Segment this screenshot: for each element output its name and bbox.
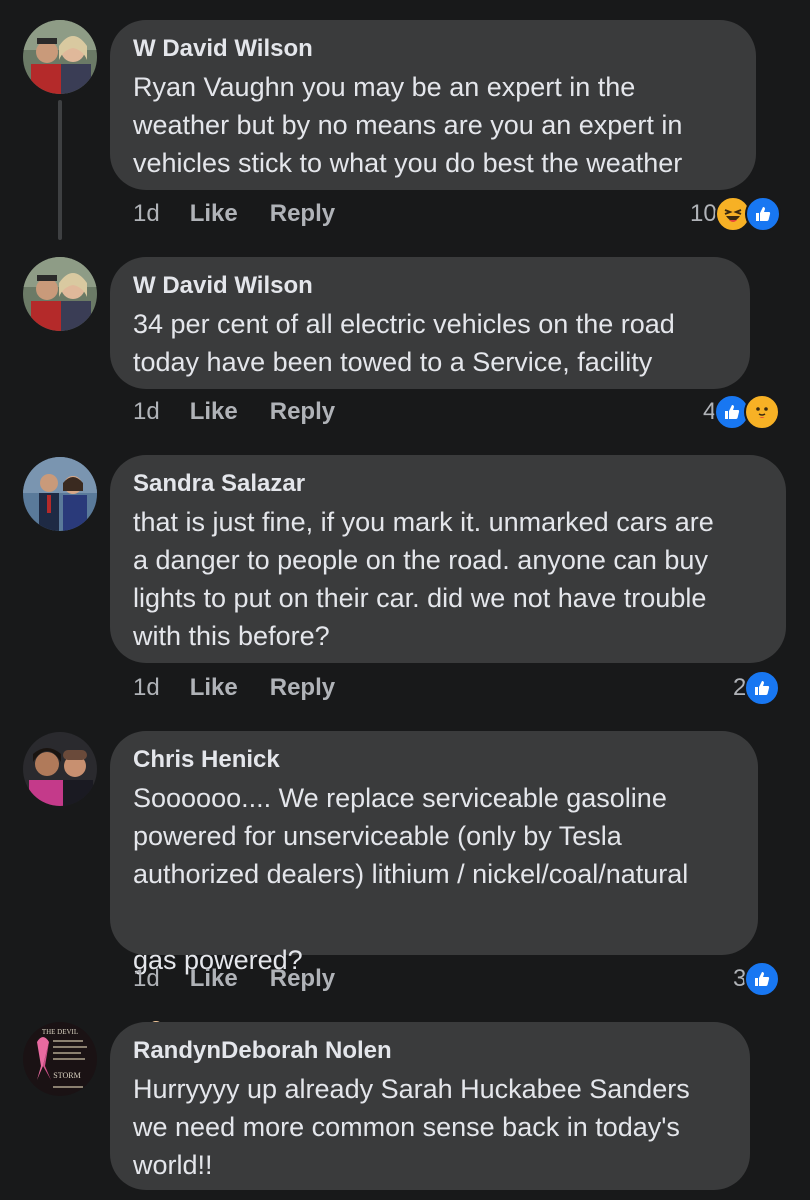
like-icon xyxy=(744,961,781,997)
comment-bubble: RandynDeborah Nolen Hurryyyy up already … xyxy=(110,1022,750,1190)
like-icon xyxy=(744,670,781,706)
reaction-summary[interactable]: 3 xyxy=(733,961,781,997)
avatar-couple-photo xyxy=(23,20,97,94)
avatar[interactable] xyxy=(23,20,97,94)
comment-actions: 1d Like Reply xyxy=(133,398,367,426)
comment-bubble: Sandra Salazar that is just fine, if you… xyxy=(110,455,786,663)
comment-timestamp[interactable]: 1d xyxy=(133,200,160,228)
reply-button[interactable]: Reply xyxy=(270,965,335,993)
comment-bubble: W David Wilson 34 per cent of all electr… xyxy=(110,257,750,389)
avatar-couple-photo xyxy=(23,457,97,531)
comment-thread: W David Wilson Ryan Vaughn you may be an… xyxy=(0,0,810,1200)
comment-text: Soooooo.... We replace serviceable gasol… xyxy=(133,783,689,889)
svg-text:STORM: STORM xyxy=(53,1071,80,1080)
reaction-summary[interactable]: 2 xyxy=(733,670,781,706)
comment-timestamp[interactable]: 1d xyxy=(133,398,160,426)
reply-button[interactable]: Reply xyxy=(270,200,335,228)
comment-author[interactable]: Chris Henick xyxy=(133,745,734,775)
like-button[interactable]: Like xyxy=(190,965,238,993)
reaction-summary[interactable]: 10 xyxy=(690,196,781,232)
comment-bubble: W David Wilson Ryan Vaughn you may be an… xyxy=(110,20,756,190)
comment-timestamp[interactable]: 1d xyxy=(133,965,160,993)
thread-connector-line xyxy=(58,100,62,240)
comment-actions: 1d Like Reply xyxy=(133,965,367,993)
comment-author[interactable]: Sandra Salazar xyxy=(133,469,762,499)
avatar[interactable] xyxy=(23,457,97,531)
avatar-couple-photo xyxy=(23,257,97,331)
comment-bubble: Chris Henick Soooooo.... We replace serv… xyxy=(110,731,758,1049)
avatar[interactable] xyxy=(23,732,97,806)
like-button[interactable]: Like xyxy=(190,674,238,702)
reply-button[interactable]: Reply xyxy=(270,398,335,426)
comment-actions: 1d Like Reply xyxy=(133,674,367,702)
comment-text: that is just fine, if you mark it. unmar… xyxy=(133,507,714,651)
svg-text:THE DEVIL: THE DEVIL xyxy=(42,1028,78,1036)
comment-text: Ryan Vaughn you may be an expert in the … xyxy=(133,72,683,178)
comment-actions: 1d Like Reply xyxy=(133,200,367,228)
avatar-couple-photo xyxy=(23,732,97,806)
comment-author[interactable]: W David Wilson xyxy=(133,34,732,64)
avatar[interactable] xyxy=(23,257,97,331)
reply-button[interactable]: Reply xyxy=(270,674,335,702)
avatar-awareness-graphic: THE DEVIL STORM xyxy=(23,1022,97,1096)
avatar[interactable]: THE DEVIL STORM xyxy=(23,1022,97,1096)
comment-text: 34 per cent of all electric vehicles on … xyxy=(133,309,675,377)
comment-timestamp[interactable]: 1d xyxy=(133,674,160,702)
reaction-count: 10 xyxy=(690,200,717,227)
comment-author[interactable]: W David Wilson xyxy=(133,271,726,301)
like-icon xyxy=(744,196,781,232)
reaction-summary[interactable]: 4 xyxy=(703,394,781,430)
like-button[interactable]: Like xyxy=(190,398,238,426)
comment-author[interactable]: RandynDeborah Nolen xyxy=(133,1036,726,1066)
care-icon xyxy=(744,394,781,430)
comment-text: Hurryyyy up already Sarah Huckabee Sande… xyxy=(133,1074,690,1180)
like-button[interactable]: Like xyxy=(190,200,238,228)
